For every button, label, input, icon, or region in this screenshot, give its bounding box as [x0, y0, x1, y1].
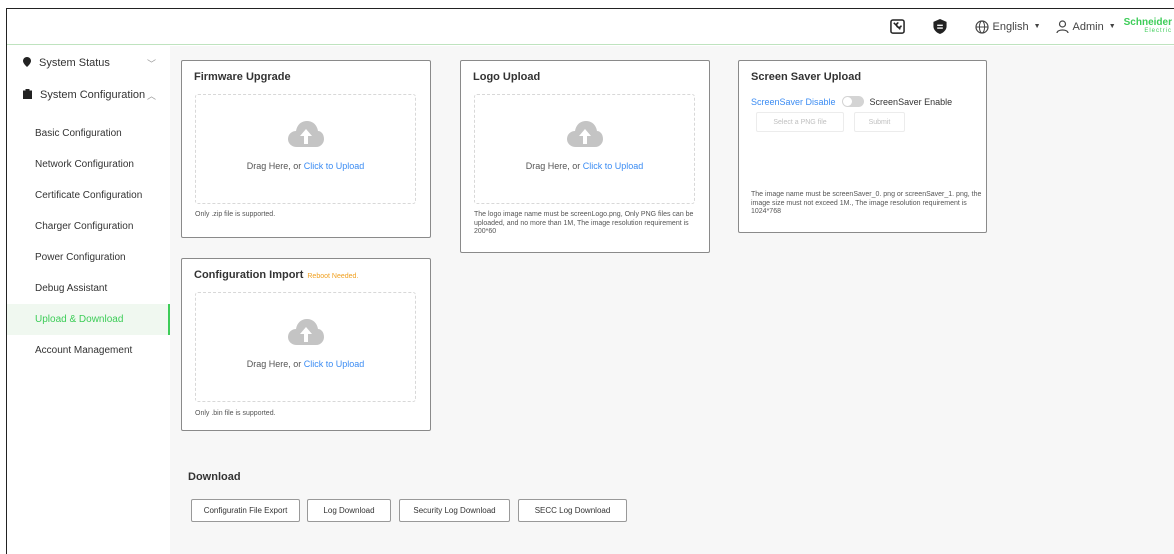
- logo-note: The logo image name must be screenLogo.p…: [474, 211, 694, 235]
- sidebar-item-account-management[interactable]: Account Management: [7, 335, 170, 366]
- screensaver-toggle-row: ScreenSaver Disable ScreenSaver Enable: [751, 96, 952, 107]
- sidebar-system-configuration-label: System Configuration: [40, 89, 146, 101]
- clipboard-icon: [23, 88, 32, 102]
- sidebar-item-label: Charger Configuration: [35, 221, 134, 232]
- logo-drop-text: Drag Here, or Click to Upload: [475, 161, 694, 171]
- log-download-button[interactable]: Log Download: [307, 499, 391, 522]
- sidebar-item-label: Basic Configuration: [35, 128, 122, 139]
- brand-sub: Electric: [1144, 27, 1172, 34]
- logo-upload-title: Logo Upload: [473, 71, 541, 83]
- sidebar-item-debug-assistant[interactable]: Debug Assistant: [7, 273, 170, 304]
- firmware-upgrade-card: Firmware Upgrade Drag Here, or Click to …: [181, 60, 431, 238]
- chevron-down-icon: ﹀: [147, 58, 157, 69]
- pin-icon: [23, 56, 31, 70]
- reboot-needed-badge: Reboot Needed.: [307, 273, 359, 280]
- user-label: Admin: [1072, 20, 1104, 33]
- brand-name: Schneider: [1123, 16, 1172, 28]
- tools-button[interactable]: [890, 19, 906, 35]
- screensaver-disable-label: ScreenSaver Disable: [751, 96, 836, 107]
- wrench-icon: [890, 19, 906, 35]
- submit-button[interactable]: Submit: [854, 112, 905, 132]
- config-file-export-button[interactable]: Configuratin File Export: [191, 499, 300, 522]
- sidebar-item-upload-download[interactable]: Upload & Download: [7, 304, 170, 335]
- drag-text: Drag Here, or: [246, 359, 304, 369]
- screen-saver-card: Screen Saver Upload ScreenSaver Disable …: [738, 60, 987, 233]
- configuration-import-title-text: Configuration Import: [194, 269, 304, 281]
- config-import-dropzone[interactable]: Drag Here, or Click to Upload: [195, 292, 416, 402]
- configuration-import-card: Configuration Import Reboot Needed. Drag …: [181, 258, 431, 431]
- firmware-upgrade-title: Firmware Upgrade: [194, 71, 291, 83]
- sidebar-system-configuration[interactable]: System Configuration ︿: [7, 80, 170, 110]
- language-label: English: [992, 20, 1029, 33]
- cloud-upload-icon: [287, 319, 324, 345]
- logo-upload-card: Logo Upload Drag Here, or Click to Uploa…: [460, 60, 710, 253]
- language-dropdown[interactable]: English ▼: [974, 19, 1041, 35]
- firmware-note: Only .zip file is supported.: [195, 211, 276, 218]
- top-bar: English ▼ Admin ▼ Schneider Electric: [7, 9, 1174, 45]
- user-icon: [1055, 19, 1071, 35]
- shield-icon: [932, 19, 948, 35]
- sidebar-item-basic-configuration[interactable]: Basic Configuration: [7, 118, 170, 149]
- sidebar-item-certificate-configuration[interactable]: Certificate Configuration: [7, 180, 170, 211]
- sidebar-item-label: Power Configuration: [35, 252, 126, 263]
- chevron-up-icon: ︿: [147, 90, 157, 101]
- logo-dropzone[interactable]: Drag Here, or Click to Upload: [474, 94, 695, 204]
- secc-log-download-button[interactable]: SECC Log Download: [518, 499, 627, 522]
- app-frame: English ▼ Admin ▼ Schneider Electric Sys…: [6, 8, 1174, 554]
- sidebar-item-power-configuration[interactable]: Power Configuration: [7, 242, 170, 273]
- download-title: Download: [188, 471, 241, 483]
- cloud-upload-icon: [287, 121, 324, 147]
- select-png-button[interactable]: Select a PNG file: [756, 112, 844, 132]
- config-import-note: Only .bin file is supported.: [195, 410, 276, 417]
- firmware-dropzone[interactable]: Drag Here, or Click to Upload: [195, 94, 416, 204]
- sidebar-item-charger-configuration[interactable]: Charger Configuration: [7, 211, 170, 242]
- click-to-upload-link[interactable]: Click to Upload: [304, 359, 365, 369]
- sidebar-item-label: Certificate Configuration: [35, 190, 143, 201]
- user-dropdown[interactable]: Admin ▼: [1055, 19, 1116, 35]
- security-log-download-button[interactable]: Security Log Download: [399, 499, 510, 522]
- brand-logo: Schneider Electric: [1123, 16, 1172, 36]
- click-to-upload-link[interactable]: Click to Upload: [304, 161, 365, 171]
- sidebar-item-label: Account Management: [35, 345, 133, 356]
- chevron-down-icon: ▼: [1033, 23, 1041, 30]
- click-to-upload-link[interactable]: Click to Upload: [583, 161, 644, 171]
- sidebar-system-status[interactable]: System Status ﹀: [7, 48, 170, 78]
- sidebar-item-label: Network Configuration: [35, 159, 134, 170]
- drag-text: Drag Here, or: [246, 161, 304, 171]
- screensaver-enable-label: ScreenSaver Enable: [869, 96, 953, 107]
- drag-text: Drag Here, or: [525, 161, 583, 171]
- firmware-drop-text: Drag Here, or Click to Upload: [196, 161, 415, 171]
- screensaver-toggle[interactable]: [841, 96, 864, 107]
- security-button[interactable]: [932, 19, 948, 35]
- sidebar-item-label: Upload & Download: [35, 314, 124, 325]
- screen-saver-note: The image name must be screenSaver_0. pn…: [751, 191, 982, 215]
- configuration-import-title: Configuration Import Reboot Needed.: [194, 269, 358, 281]
- sidebar-item-network-configuration[interactable]: Network Configuration: [7, 149, 170, 180]
- sidebar-system-status-label: System Status: [39, 57, 110, 69]
- config-import-drop-text: Drag Here, or Click to Upload: [196, 359, 415, 369]
- globe-icon: [974, 19, 990, 35]
- chevron-down-icon: ▼: [1108, 23, 1116, 30]
- sidebar: System Status ﹀ System Configuration ︿ B…: [7, 46, 170, 554]
- sidebar-item-label: Debug Assistant: [35, 283, 108, 294]
- cloud-upload-icon: [566, 121, 603, 147]
- main-content: Firmware Upgrade Drag Here, or Click to …: [170, 46, 1174, 554]
- screen-saver-title: Screen Saver Upload: [751, 71, 862, 83]
